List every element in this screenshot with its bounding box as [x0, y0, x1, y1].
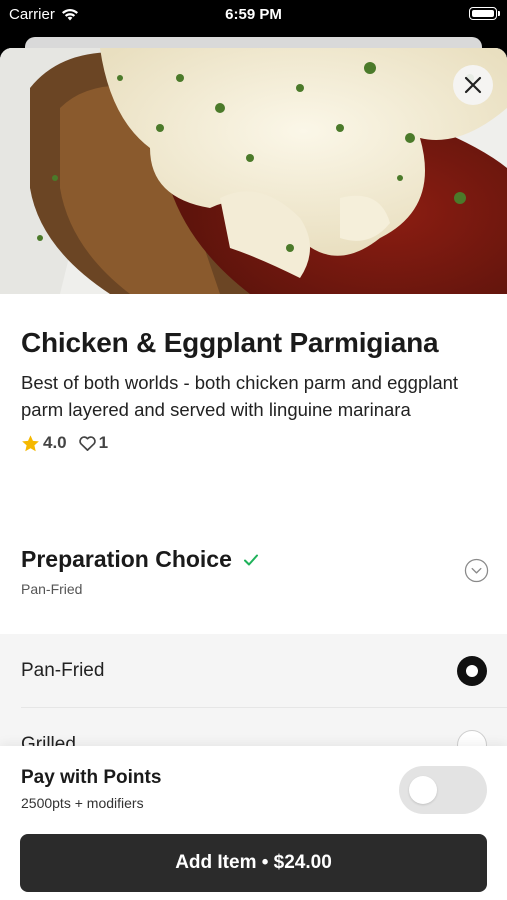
add-item-button[interactable]: Add Item • $24.00 — [20, 834, 487, 892]
item-info: Chicken & Eggplant Parmigiana Best of bo… — [21, 325, 487, 453]
close-button[interactable] — [453, 65, 493, 105]
item-sheet: Chicken & Eggplant Parmigiana Best of bo… — [0, 48, 507, 900]
star-icon — [22, 434, 39, 451]
option-label: Pan-Fried — [21, 659, 105, 681]
close-icon — [464, 76, 482, 94]
preparation-header[interactable]: Preparation Choice Pan-Fried — [21, 546, 489, 606]
points-toggle[interactable] — [399, 766, 487, 814]
battery-icon — [469, 7, 500, 20]
check-icon — [243, 554, 258, 565]
points-subtitle: 2500pts + modifiers — [21, 795, 144, 811]
item-photo — [0, 48, 507, 294]
radio-selected[interactable] — [457, 655, 487, 686]
chevron-down-circle-icon[interactable] — [464, 558, 489, 583]
status-bar: Carrier 6:59 PM — [0, 0, 507, 30]
points-title: Pay with Points — [21, 767, 162, 788]
toggle-knob — [409, 776, 437, 804]
preparation-selected: Pan-Fried — [21, 581, 83, 597]
item-description: Best of both worlds - both chicken parm … — [21, 372, 459, 420]
option-pan-fried[interactable]: Pan-Fried — [21, 634, 507, 708]
preparation-title: Preparation Choice — [21, 546, 232, 572]
rating-value: 4.0 — [43, 433, 67, 452]
item-meta: 4.0 1 — [21, 433, 487, 453]
item-title: Chicken & Eggplant Parmigiana — [21, 327, 439, 358]
like-count: 1 — [98, 433, 109, 452]
status-time: 6:59 PM — [225, 6, 282, 23]
footer: Pay with Points 2500pts + modifiers Add … — [0, 746, 507, 900]
heart-icon[interactable] — [78, 434, 97, 453]
